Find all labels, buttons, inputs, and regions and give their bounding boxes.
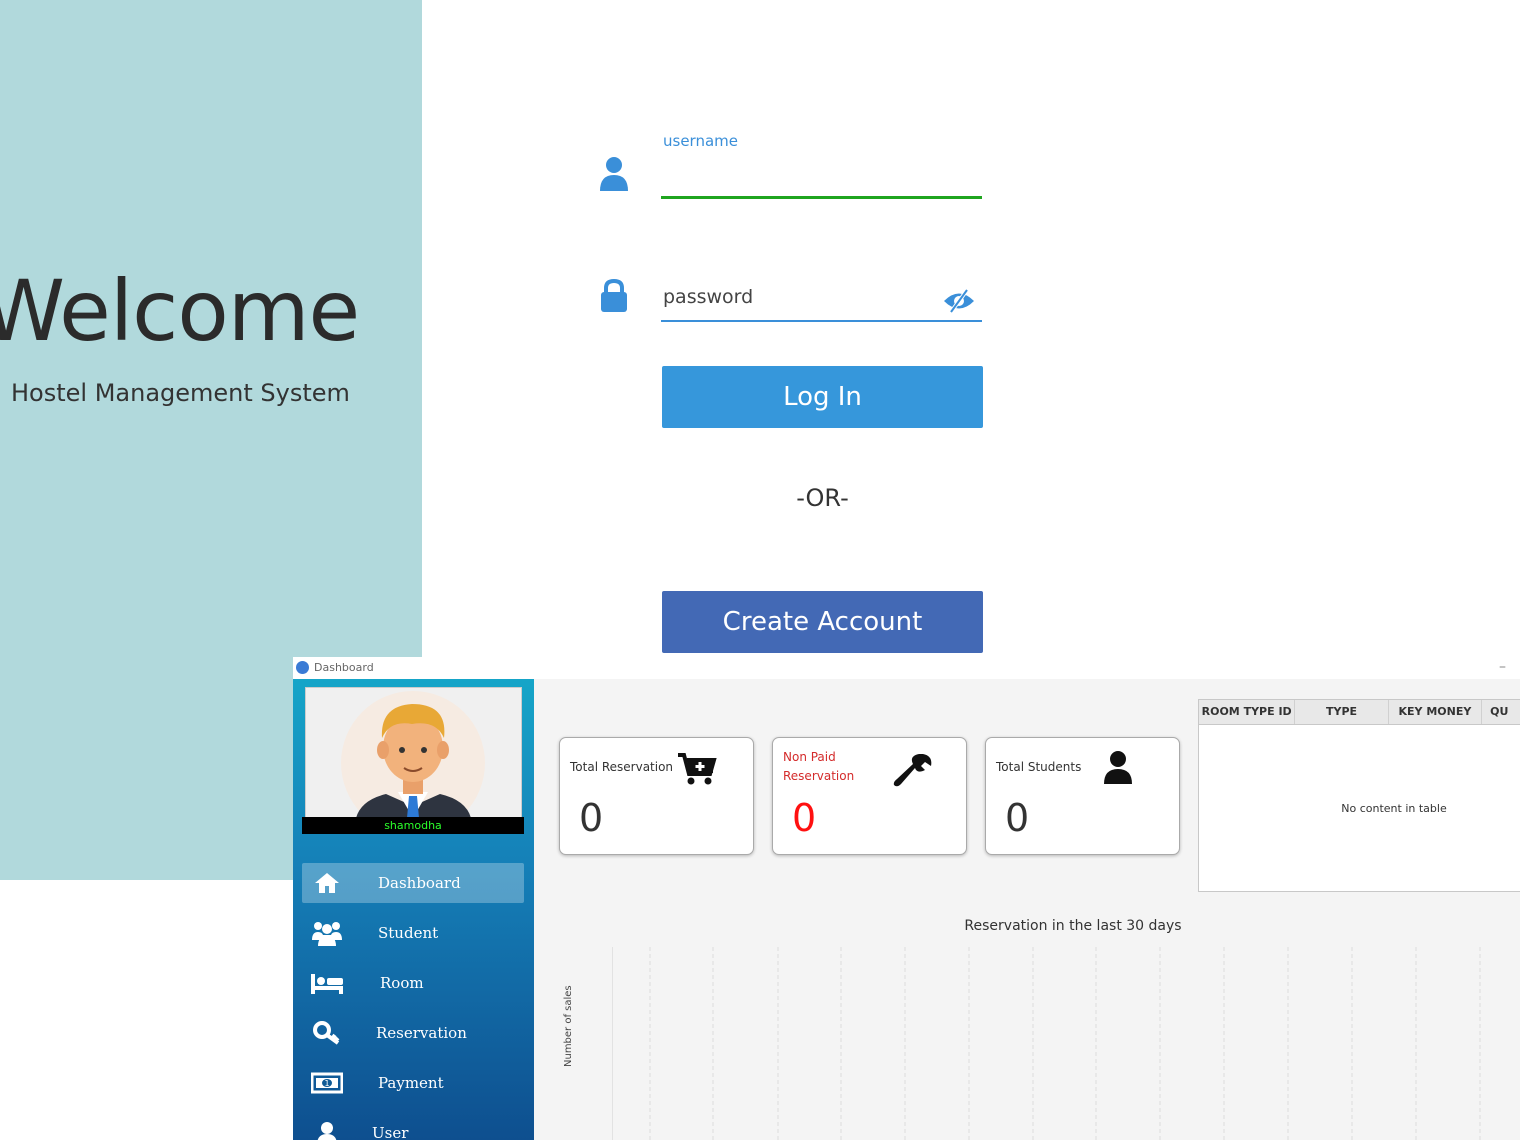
user-icon — [600, 157, 628, 191]
chart-y-axis-label: Number of sales — [563, 985, 574, 1067]
home-icon — [302, 872, 352, 894]
dashboard-window: Dashboard – shamodha Dashboard Student R… — [293, 657, 1520, 1140]
sidebar-item-user[interactable]: User — [302, 1113, 524, 1140]
or-divider: -OR- — [796, 484, 849, 512]
sidebar-item-label: Student — [378, 924, 439, 942]
create-account-button[interactable]: Create Account — [662, 591, 983, 653]
user-icon — [1104, 751, 1132, 784]
card-title: Non Paid Reservation — [783, 750, 855, 783]
username-label: username — [663, 132, 738, 150]
sidebar-item-room[interactable]: Room — [302, 963, 524, 1003]
avatar-illustration — [341, 691, 485, 818]
username-label: shamodha — [302, 817, 524, 834]
column-header-room-type-id[interactable]: ROOM TYPE ID — [1199, 700, 1296, 724]
window-title: Dashboard — [314, 661, 374, 674]
room-type-table: ROOM TYPE ID TYPE KEY MONEY QU No conten… — [1198, 699, 1520, 892]
table-empty-message: No content in table — [1341, 802, 1447, 815]
avatar — [305, 687, 522, 819]
card-title: Total Reservation — [570, 760, 674, 774]
welcome-title: Welcome — [0, 262, 360, 360]
welcome-subtitle: Hostel Management System — [11, 379, 350, 407]
sidebar-item-payment[interactable]: 1 Payment — [302, 1063, 524, 1103]
username-input[interactable] — [661, 196, 982, 199]
key-icon — [302, 1021, 352, 1045]
app-icon — [296, 661, 309, 674]
password-underline — [661, 320, 982, 322]
card-value: 0 — [792, 796, 817, 840]
table-header: ROOM TYPE ID TYPE KEY MONEY QU — [1199, 700, 1520, 725]
sidebar-item-reservation[interactable]: Reservation — [302, 1013, 524, 1053]
wrench-icon — [893, 754, 932, 787]
money-icon: 1 — [302, 1072, 352, 1094]
column-header-type[interactable]: TYPE — [1295, 700, 1389, 724]
svg-text:1: 1 — [324, 1079, 329, 1088]
window-titlebar: Dashboard – — [293, 657, 1520, 679]
sidebar: shamodha Dashboard Student Room Reservat… — [293, 679, 534, 1140]
stat-card-total-reservation: Total Reservation 0 — [559, 737, 754, 855]
sidebar-item-label: Room — [380, 974, 424, 992]
sidebar-item-label: User — [372, 1124, 409, 1140]
card-title: Total Students — [996, 760, 1082, 774]
user-icon — [302, 1121, 352, 1140]
stat-card-non-paid-reservation: Non Paid Reservation 0 — [772, 737, 967, 855]
sidebar-item-student[interactable]: Student — [302, 913, 524, 953]
column-header-key-money[interactable]: KEY MONEY — [1389, 700, 1483, 724]
bed-icon — [302, 972, 352, 994]
password-input[interactable]: password — [663, 286, 753, 308]
lock-icon — [601, 278, 627, 312]
sidebar-item-label: Reservation — [376, 1024, 467, 1042]
chart-plot-area — [613, 947, 1520, 1140]
card-value: 0 — [1005, 796, 1030, 840]
sidebar-item-label: Payment — [378, 1074, 444, 1092]
sidebar-item-dashboard[interactable]: Dashboard — [302, 863, 524, 903]
stat-card-total-students: Total Students 0 — [985, 737, 1180, 855]
card-value: 0 — [579, 796, 604, 840]
login-button[interactable]: Log In — [662, 366, 983, 428]
sidebar-item-label: Dashboard — [378, 874, 461, 892]
cart-plus-icon — [678, 753, 717, 785]
eye-slash-icon[interactable] — [942, 288, 976, 314]
minimize-button[interactable]: – — [1499, 659, 1506, 675]
users-icon — [302, 920, 352, 946]
column-header-qu[interactable]: QU — [1482, 700, 1520, 724]
chart-title: Reservation in the last 30 days — [964, 918, 1182, 934]
